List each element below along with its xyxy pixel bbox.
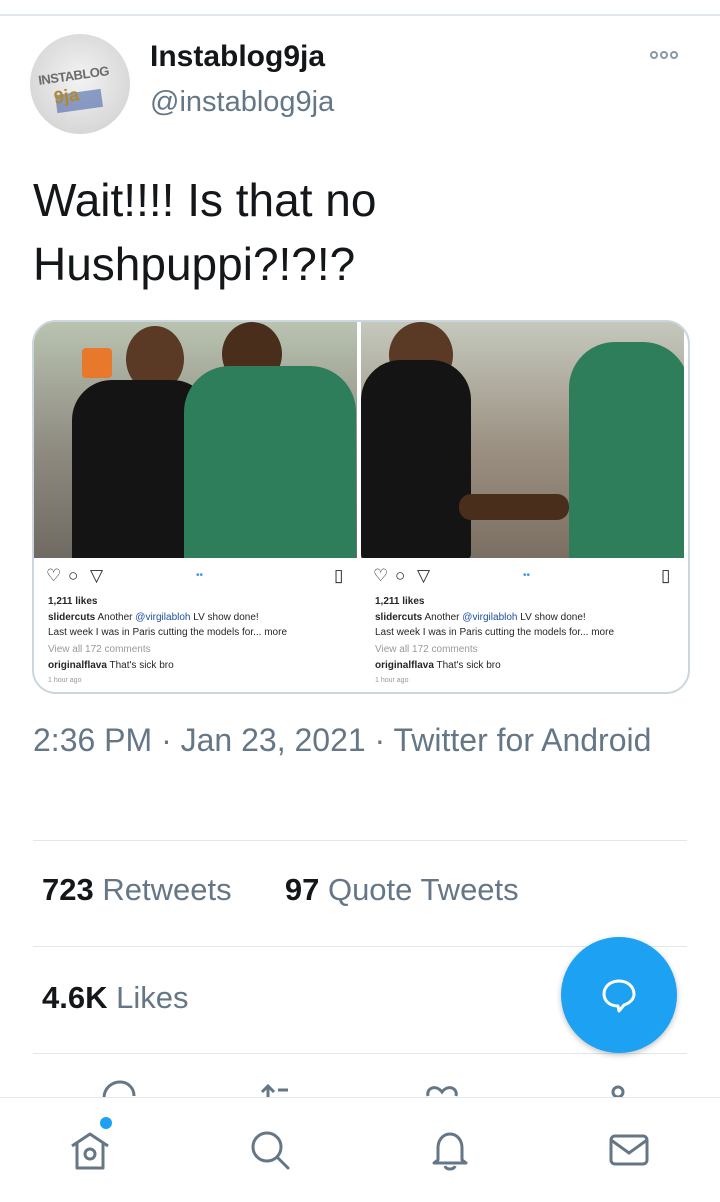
share-icon[interactable] (598, 1076, 638, 1098)
media-panel-left[interactable]: ♡ ○ ▽ •• ▯ 1,211 likes slidercuts Anothe… (34, 322, 357, 692)
caption-pre: Another (97, 612, 136, 623)
comment-user: originalflava (48, 660, 107, 671)
caption-user: slidercuts (375, 612, 423, 623)
tweet-media[interactable]: ♡ ○ ▽ •• ▯ 1,211 likes slidercuts Anothe… (32, 320, 690, 694)
comment-left: originalflava That's sick bro (48, 660, 174, 671)
retweets-stat[interactable]: 723 Retweets (42, 872, 232, 907)
bottom-navigation (0, 1097, 720, 1202)
comment-right: originalflava That's sick bro (375, 660, 501, 671)
likes-count-left: 1,211 likes (48, 596, 98, 607)
comment-text: That's sick bro (436, 660, 501, 671)
more-options-icon[interactable] (650, 46, 686, 66)
quotes-count: 97 (284, 872, 320, 907)
likes-count-right: 1,211 likes (375, 596, 425, 607)
home-unread-indicator (100, 1117, 112, 1129)
like-icon[interactable] (422, 1076, 462, 1098)
top-divider (0, 14, 720, 16)
photo-left (34, 322, 357, 558)
caption-right: slidercuts Another @virgilabloh LV show … (375, 612, 586, 623)
view-comments-right: View all 172 comments (375, 644, 478, 655)
caption-line2: Last week I was in Paris cutting the mod… (48, 627, 262, 638)
divider (33, 840, 687, 841)
retweet-quote-stats: 723 Retweets 97 Quote Tweets (42, 872, 519, 908)
caption-mention: @virgilabloh (462, 612, 518, 623)
author-avatar[interactable]: INSTABLOG 9ja (30, 34, 130, 134)
tweet-timestamp[interactable]: 2:36 PM · Jan 23, 2021 · Twitter for And… (33, 718, 673, 763)
search-icon[interactable] (246, 1126, 294, 1174)
comment-user: originalflava (375, 660, 434, 671)
likes-count: 4.6K (42, 980, 108, 1015)
caption-line2: Last week I was in Paris cutting the mod… (375, 627, 589, 638)
instagram-actions-right: ♡ ○ ▽ •• ▯ (373, 566, 671, 585)
caption-post: LV show done! (190, 612, 259, 623)
time-ago-left: 1 hour ago (48, 677, 82, 684)
retweet-icon[interactable] (256, 1076, 296, 1098)
divider (33, 1053, 687, 1054)
caption-pre: Another (424, 612, 463, 623)
reply-icon[interactable] (98, 1076, 138, 1098)
comment-text: That's sick bro (109, 660, 174, 671)
notifications-icon[interactable] (426, 1126, 474, 1174)
caption-line2-left: Last week I was in Paris cutting the mod… (48, 627, 287, 638)
media-panel-right[interactable]: ♡ ○ ▽ •• ▯ 1,211 likes slidercuts Anothe… (361, 322, 684, 692)
quotes-stat[interactable]: 97 Quote Tweets (285, 872, 519, 907)
caption-left: slidercuts Another @virgilabloh LV show … (48, 612, 259, 623)
caption-user: slidercuts (48, 612, 96, 623)
time-ago-right: 1 hour ago (375, 677, 409, 684)
view-comments-left: View all 172 comments (48, 644, 151, 655)
caption-more: more (264, 627, 288, 638)
quotes-label: Quote Tweets (327, 872, 519, 907)
instagram-actions-left: ♡ ○ ▽ •• ▯ (46, 566, 344, 585)
home-icon[interactable] (66, 1126, 114, 1174)
compose-reply-icon (602, 979, 636, 1013)
caption-more: more (591, 627, 615, 638)
caption-mention: @virgilabloh (135, 612, 191, 623)
tweet-text: Wait!!!! Is that no Hushpuppi?!?!? (33, 174, 377, 290)
retweets-count: 723 (42, 872, 94, 907)
author-display-name[interactable]: Instablog9ja (150, 40, 325, 74)
compose-reply-button[interactable] (561, 937, 677, 1053)
avatar-logo-suffix: 9ja (52, 84, 81, 108)
likes-label: Likes (116, 980, 189, 1015)
author-handle[interactable]: @instablog9ja (150, 86, 334, 119)
caption-post: LV show done! (517, 612, 586, 623)
messages-icon[interactable] (605, 1126, 653, 1174)
likes-stat[interactable]: 4.6K Likes (42, 980, 188, 1016)
photo-right (361, 322, 684, 558)
retweets-label: Retweets (102, 872, 232, 907)
caption-line2-right: Last week I was in Paris cutting the mod… (375, 627, 614, 638)
